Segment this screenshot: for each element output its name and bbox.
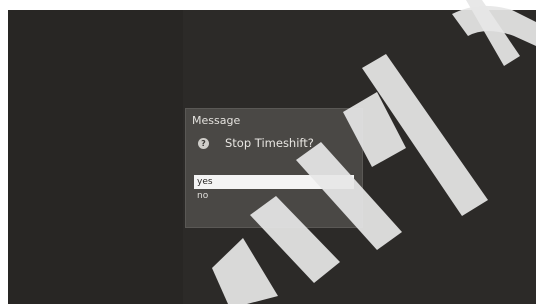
dialog-title: Message	[192, 114, 241, 127]
tv-screen: Message ? Stop Timeshift? yes no	[8, 10, 536, 304]
question-row: ? Stop Timeshift?	[198, 135, 314, 151]
option-no[interactable]: no	[194, 189, 354, 203]
question-text: Stop Timeshift?	[225, 136, 314, 150]
question-icon: ?	[198, 137, 209, 149]
message-dialog: Message ? Stop Timeshift? yes no	[185, 108, 363, 228]
option-yes[interactable]: yes	[194, 175, 354, 189]
option-list: yes no	[194, 175, 354, 203]
screenshot-frame: Message ? Stop Timeshift? yes no	[0, 0, 536, 304]
